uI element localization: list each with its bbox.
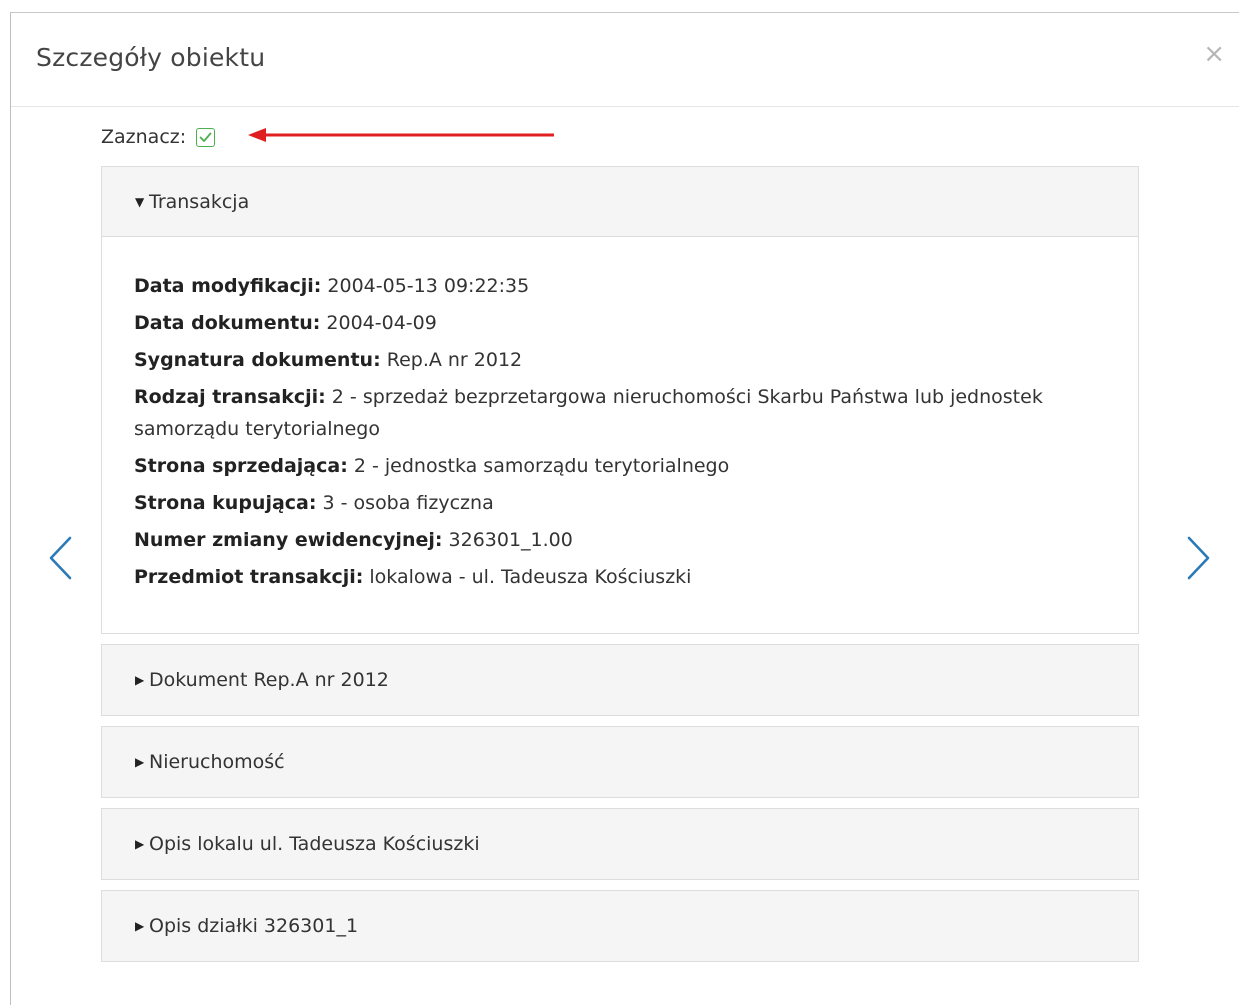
field-strona-sprzedajaca: Strona sprzedająca: 2 - jednostka samorz… [134, 450, 1093, 482]
panel-heading-dokument[interactable]: ▶ Dokument Rep.A nr 2012 [102, 645, 1138, 715]
field-przedmiot-transakcji: Przedmiot transakcji: lokalowa - ul. Tad… [134, 561, 1093, 593]
field-value: 326301_1.00 [448, 529, 573, 551]
modal-header: Szczegóły obiektu × [11, 13, 1239, 107]
caret-right-icon: ▶ [135, 837, 145, 851]
field-label: Rodzaj transakcji: [134, 386, 326, 408]
panel-title: Dokument Rep.A nr 2012 [149, 669, 389, 691]
field-data-modyfikacji: Data modyfikacji: 2004-05-13 09:22:35 [134, 270, 1093, 302]
panel-heading-opis-lokalu[interactable]: ▶ Opis lokalu ul. Tadeusza Kościuszki [102, 809, 1138, 879]
panel-title: Transakcja [149, 190, 250, 213]
select-checkbox[interactable] [196, 127, 216, 147]
field-sygnatura-dokumentu: Sygnatura dokumentu: Rep.A nr 2012 [134, 344, 1093, 376]
field-value: 2 - jednostka samorządu terytorialnego [353, 455, 730, 477]
select-label: Zaznacz: [101, 126, 187, 148]
field-value: 2004-04-09 [326, 312, 437, 334]
field-label: Strona kupująca: [134, 492, 317, 514]
caret-right-icon: ▶ [135, 755, 145, 769]
panel-nieruchomosc: ▶ Nieruchomość [101, 726, 1139, 798]
field-strona-kupujaca: Strona kupująca: 3 - osoba fizyczna [134, 487, 1093, 519]
field-label: Numer zmiany ewidencyjnej: [134, 529, 443, 551]
panel-dokument: ▶ Dokument Rep.A nr 2012 [101, 644, 1139, 716]
caret-down-icon: ▼ [135, 194, 145, 209]
panel-transakcja: ▼ Transakcja Data modyfikacji: 2004-05-1… [101, 166, 1139, 634]
field-label: Strona sprzedająca: [134, 455, 348, 477]
accordion: ▼ Transakcja Data modyfikacji: 2004-05-1… [101, 166, 1139, 972]
close-button[interactable]: × [1203, 41, 1225, 67]
red-arrow-annotation [248, 128, 554, 142]
check-icon [199, 132, 212, 142]
panel-opis-dzialki: ▶ Opis działki 326301_1 [101, 890, 1139, 962]
panel-heading-transakcja[interactable]: ▼ Transakcja [102, 167, 1138, 237]
next-arrow-icon[interactable] [1183, 534, 1213, 582]
select-row: Zaznacz: [101, 123, 216, 151]
modal-title: Szczegóły obiektu [36, 43, 266, 72]
field-data-dokumentu: Data dokumentu: 2004-04-09 [134, 307, 1093, 339]
field-label: Data dokumentu: [134, 312, 321, 334]
panel-opis-lokalu: ▶ Opis lokalu ul. Tadeusza Kościuszki [101, 808, 1139, 880]
caret-right-icon: ▶ [135, 919, 145, 933]
field-value: 3 - osoba fizyczna [322, 492, 494, 514]
prev-arrow-icon[interactable] [46, 534, 76, 582]
field-rodzaj-transakcji: Rodzaj transakcji: 2 - sprzedaż bezprzet… [134, 381, 1093, 445]
field-value: 2004-05-13 09:22:35 [327, 275, 530, 297]
panel-heading-nieruchomosc[interactable]: ▶ Nieruchomość [102, 727, 1138, 797]
field-label: Data modyfikacji: [134, 275, 322, 297]
panel-title: Opis lokalu ul. Tadeusza Kościuszki [149, 833, 480, 855]
caret-right-icon: ▶ [135, 673, 145, 687]
panel-title: Nieruchomość [149, 751, 285, 773]
field-label: Sygnatura dokumentu: [134, 349, 381, 371]
panel-heading-opis-dzialki[interactable]: ▶ Opis działki 326301_1 [102, 891, 1138, 961]
panel-body-transakcja: Data modyfikacji: 2004-05-13 09:22:35 Da… [102, 237, 1138, 633]
field-numer-zmiany-ewidencyjnej: Numer zmiany ewidencyjnej: 326301_1.00 [134, 524, 1093, 556]
field-label: Przedmiot transakcji: [134, 566, 364, 588]
field-value: Rep.A nr 2012 [386, 349, 523, 371]
field-value: lokalowa - ul. Tadeusza Kościuszki [369, 566, 692, 588]
panel-title: Opis działki 326301_1 [149, 915, 359, 937]
